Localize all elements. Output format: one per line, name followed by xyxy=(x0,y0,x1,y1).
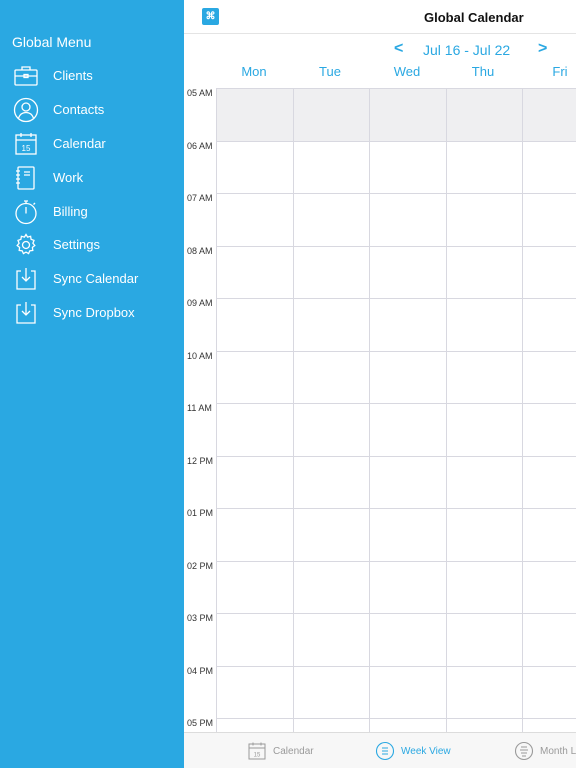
week-range-label: Jul 16 - Jul 22 xyxy=(423,42,511,58)
next-week-button[interactable]: > xyxy=(538,40,547,58)
day-column-divider xyxy=(369,88,370,732)
sidebar-item-label: Billing xyxy=(53,204,88,219)
sidebar-item-label: Contacts xyxy=(53,102,105,117)
tab-label: Calendar xyxy=(273,745,314,757)
time-label: 09 AM xyxy=(187,298,213,308)
tab-label: Month List xyxy=(540,745,576,757)
tab-month-list[interactable]: Month List xyxy=(514,739,576,763)
day-column-divider xyxy=(446,88,447,732)
day-header-mon: Mon xyxy=(241,64,267,79)
notebook-icon xyxy=(13,165,39,191)
sidebar: Global Menu Clients Contacts 15 Calendar… xyxy=(0,0,184,768)
tab-week-view[interactable]: Week View xyxy=(375,739,451,763)
tab-calendar-day: 15 xyxy=(254,753,261,759)
command-icon[interactable]: ⌘ xyxy=(202,8,219,25)
time-label: 04 PM xyxy=(187,666,214,676)
time-label: 12 PM xyxy=(187,456,214,466)
calendar-icon-day: 15 xyxy=(22,144,31,153)
time-label: 02 PM xyxy=(187,561,214,571)
day-header-tue: Tue xyxy=(319,64,341,79)
person-icon xyxy=(13,97,39,123)
tab-calendar[interactable]: 15 Calendar xyxy=(247,739,314,763)
time-gutter-divider xyxy=(216,88,217,732)
sidebar-item-clients[interactable]: Clients xyxy=(0,61,184,91)
time-label: 01 PM xyxy=(187,508,214,518)
time-label: 11 AM xyxy=(187,403,212,413)
time-label: 05 PM xyxy=(187,718,214,728)
week-grid[interactable]: 05 AM 06 AM 07 AM 08 AM 09 AM 10 AM 11 AM 12 PM… xyxy=(184,88,576,732)
calendar-icon: 15 xyxy=(13,131,39,157)
time-label: 07 AM xyxy=(187,193,213,203)
time-label: 06 AM xyxy=(187,141,213,151)
stopwatch-icon xyxy=(13,199,39,225)
sidebar-item-label: Settings xyxy=(53,237,100,252)
day-headers: Mon Tue Wed Thu Fri xyxy=(184,62,576,82)
sidebar-item-label: Sync Calendar xyxy=(53,271,139,286)
sidebar-item-label: Sync Dropbox xyxy=(53,305,135,320)
time-label: 05 AM xyxy=(187,88,213,98)
week-navigation: < Jul 16 - Jul 22 > xyxy=(184,40,576,62)
tab-label: Week View xyxy=(401,745,451,757)
sidebar-item-contacts[interactable]: Contacts xyxy=(0,95,184,125)
sidebar-item-sync-calendar[interactable]: Sync Calendar xyxy=(0,264,184,294)
day-header-thu: Thu xyxy=(471,64,495,79)
day-header-wed: Wed xyxy=(393,64,421,79)
sidebar-item-label: Calendar xyxy=(53,136,106,151)
bottom-tab-bar: 15 Calendar Week View Month List xyxy=(184,732,576,768)
day-header-fri: Fri xyxy=(552,64,568,79)
sync-download-icon xyxy=(13,300,39,326)
sidebar-item-label: Work xyxy=(53,170,84,185)
previous-week-button[interactable]: < xyxy=(394,40,403,58)
time-label: 10 AM xyxy=(187,351,213,361)
top-bar: ⌘ Global Calendar xyxy=(184,0,576,34)
briefcase-icon xyxy=(13,63,39,89)
sidebar-item-settings[interactable]: Settings xyxy=(0,230,184,260)
sync-download-icon xyxy=(13,266,39,292)
global-menu-title: Global Menu xyxy=(12,34,92,50)
time-label: 08 AM xyxy=(187,246,213,256)
day-column-divider xyxy=(522,88,523,732)
calendar-icon: 15 xyxy=(247,741,267,761)
sidebar-item-sync-dropbox[interactable]: Sync Dropbox xyxy=(0,298,184,328)
sidebar-item-label: Clients xyxy=(53,68,93,83)
sidebar-item-calendar[interactable]: 15 Calendar xyxy=(0,129,184,159)
week-view-icon xyxy=(375,741,395,761)
day-column-divider xyxy=(293,88,294,732)
gear-icon xyxy=(13,232,39,258)
month-list-icon xyxy=(514,741,534,761)
sidebar-item-work[interactable]: Work xyxy=(0,163,184,193)
page-title: Global Calendar xyxy=(424,10,524,25)
sidebar-item-billing[interactable]: Billing xyxy=(0,197,184,227)
time-label: 03 PM xyxy=(187,613,214,623)
